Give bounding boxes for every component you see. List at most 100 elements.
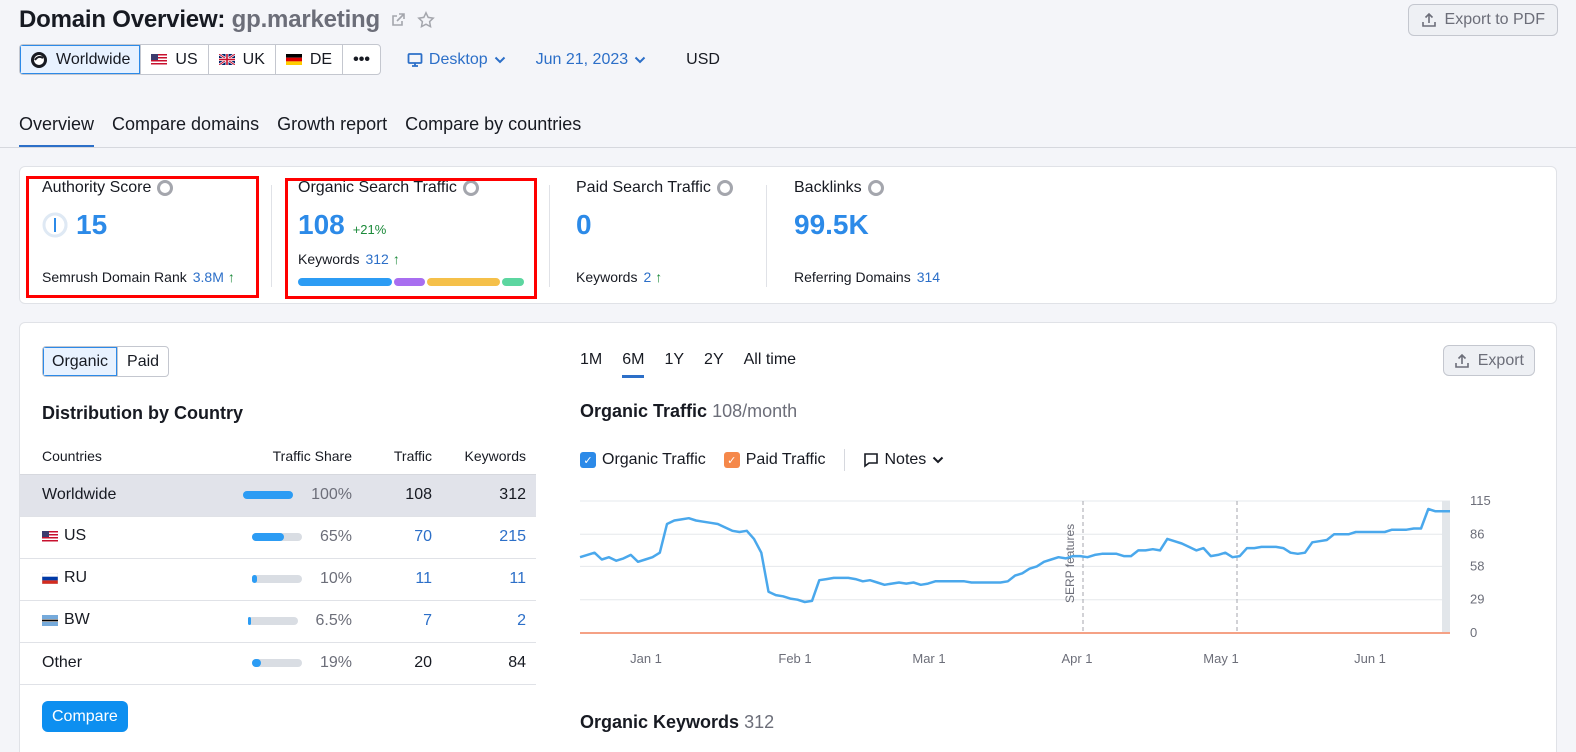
database-row: Worldwide US UK DE ••• Desktop Jun 21, 2… [19, 44, 720, 75]
x-tick-label: Apr 1 [1061, 651, 1092, 666]
db-worldwide[interactable]: Worldwide [20, 45, 142, 74]
col-countries[interactable]: Countries [20, 438, 234, 475]
traffic-share-cell: 65% [234, 516, 362, 559]
db-de[interactable]: DE [276, 45, 344, 74]
backlinks-label: Backlinks [794, 179, 884, 197]
tab-compare-domains[interactable]: Compare domains [112, 114, 259, 148]
chevron-down-icon [933, 456, 944, 464]
keywords-link[interactable]: 215 [442, 516, 536, 559]
y-tick-label: 58 [1470, 558, 1484, 573]
keywords-link[interactable]: 11 [442, 558, 536, 601]
x-tick-label: Jun 1 [1354, 651, 1386, 666]
table-row[interactable]: US 65% 70 215 [20, 516, 536, 559]
highlight-box-authority [26, 176, 259, 298]
country-cell: BW [20, 600, 234, 643]
range-1m[interactable]: 1M [580, 351, 602, 378]
toggle-organic[interactable]: Organic [43, 347, 118, 376]
tab-growth-report[interactable]: Growth report [277, 114, 387, 148]
desktop-icon [407, 52, 423, 67]
traffic-share-cell: 100% [234, 474, 362, 517]
col-traffic[interactable]: Traffic [362, 438, 442, 475]
share-bar [251, 532, 302, 541]
paid-keywords-value[interactable]: 2 [643, 269, 651, 285]
range-6m[interactable]: 6M [622, 351, 645, 378]
export-label: Export [1477, 351, 1524, 369]
legend-organic-traffic[interactable]: ✓ Organic Traffic [580, 451, 706, 469]
chart-subtitle: 108/month [712, 401, 798, 421]
share-value: 19% [319, 654, 352, 671]
tab-overview[interactable]: Overview [19, 114, 95, 148]
date-dropdown[interactable]: Jun 21, 2023 [536, 51, 647, 69]
keywords-subtitle: 312 [744, 712, 775, 732]
chevron-down-icon [494, 56, 505, 63]
toggle-paid[interactable]: Paid [117, 347, 168, 376]
db-us-label: US [175, 50, 198, 68]
range-1y[interactable]: 1Y [664, 351, 684, 378]
paid-traffic-value[interactable]: 0 [576, 209, 592, 241]
distribution-title: Distribution by Country [42, 403, 243, 423]
db-uk-label: UK [242, 50, 265, 68]
share-value: 10% [319, 570, 352, 587]
share-value: 65% [319, 528, 352, 545]
organic-traffic-chart-title: Organic Traffic 108/month [580, 401, 797, 422]
table-row[interactable]: RU 10% 11 11 [20, 558, 536, 601]
star-icon[interactable] [416, 10, 436, 30]
compare-button[interactable]: Compare [42, 701, 128, 732]
tab-compare-by-countries[interactable]: Compare by countries [405, 114, 581, 148]
share-value: 100% [311, 486, 352, 503]
ru-flag-icon [42, 572, 58, 584]
table-row[interactable]: BW 6.5% 7 2 [20, 600, 536, 643]
x-tick-label: May 1 [1203, 651, 1238, 666]
referring-domains-value[interactable]: 314 [917, 269, 940, 285]
title-prefix: Domain Overview: [19, 6, 226, 33]
currency-label: USD [686, 50, 720, 68]
globe-icon [31, 51, 47, 68]
range-all-time[interactable]: All time [744, 351, 796, 378]
traffic-link[interactable]: 11 [362, 558, 442, 601]
table-row[interactable]: Worldwide 100% 108 312 [20, 474, 536, 517]
external-link-icon[interactable] [388, 10, 408, 30]
organic-traffic-line [579, 507, 1450, 604]
domain-name: gp.marketing [231, 6, 380, 33]
db-uk[interactable]: UK [209, 45, 276, 74]
export-pdf-button[interactable]: Export to PDF [1407, 4, 1558, 36]
page-title: Domain Overview: gp.marketing [19, 6, 380, 34]
col-traffic-share[interactable]: Traffic Share [234, 438, 362, 475]
organic-keywords-title: Organic Keywords 312 [580, 712, 774, 733]
database-selector: Worldwide US UK DE ••• [19, 44, 381, 75]
referring-domains-label: Referring Domains [794, 269, 911, 285]
table-row[interactable]: Other 19% 20 84 [20, 641, 536, 685]
share-value: 6.5% [315, 612, 352, 629]
country-cell: RU [20, 558, 234, 601]
paid-traffic-title: Paid Search Traffic [576, 179, 711, 196]
traffic-share-cell: 6.5% [234, 600, 362, 643]
metric-divider [549, 185, 550, 287]
notes-dropdown[interactable]: Notes [863, 451, 945, 469]
device-dropdown[interactable]: Desktop [407, 51, 506, 69]
keywords-link[interactable]: 2 [442, 600, 536, 643]
db-us[interactable]: US [141, 45, 209, 74]
paid-traffic-value-row: 0 [576, 209, 733, 241]
annotation-label: SERP features [1063, 524, 1077, 603]
uk-flag-icon [218, 54, 235, 65]
globe-icon [867, 180, 884, 196]
tabs-divider [0, 147, 1576, 148]
db-more-button[interactable]: ••• [343, 45, 380, 74]
export-button[interactable]: Export [1442, 345, 1535, 376]
range-2y[interactable]: 2Y [704, 351, 724, 378]
metric-divider [271, 185, 272, 287]
globe-icon [716, 180, 733, 196]
export-pdf-label: Export to PDF [1444, 11, 1545, 28]
share-bar [251, 658, 302, 667]
backlinks-value[interactable]: 99.5K [794, 209, 869, 241]
backlinks-title: Backlinks [794, 179, 862, 196]
legend-paid-traffic[interactable]: ✓ Paid Traffic [723, 451, 826, 469]
notes-label: Notes [884, 451, 927, 468]
bw-flag-icon [42, 614, 58, 626]
col-keywords[interactable]: Keywords [442, 438, 536, 475]
traffic-link[interactable]: 7 [362, 600, 442, 643]
traffic-link[interactable]: 70 [362, 516, 442, 559]
device-label: Desktop [428, 50, 488, 68]
paid-keywords-label: Keywords [576, 269, 638, 285]
country-cell: US [20, 516, 234, 559]
